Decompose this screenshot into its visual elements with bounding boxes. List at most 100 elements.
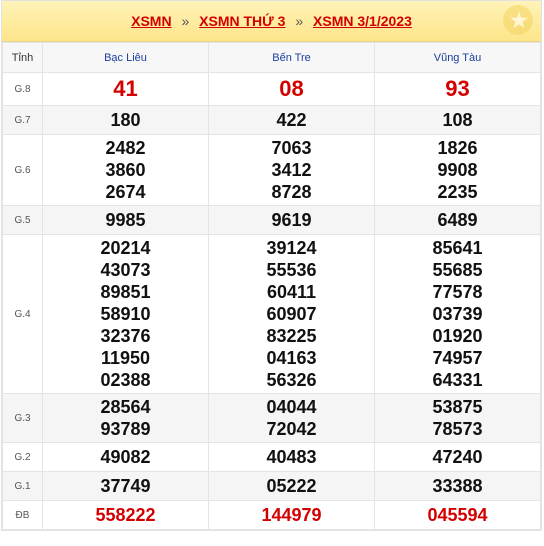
prize-number: 2235: [437, 182, 478, 202]
prize-label: G.3: [2, 393, 43, 443]
prize-cell: 53875 78573: [374, 393, 541, 443]
prize-label: G.7: [2, 105, 43, 135]
prize-cell: 39124 55536 60411 60907 83225 04163 56326: [208, 234, 375, 394]
prize-cell: 045594: [374, 500, 541, 530]
prize-cell: 04044 72042: [208, 393, 375, 443]
prize-number: 045594: [427, 505, 488, 525]
prize-cell: 08: [208, 72, 375, 106]
prize-number: 6489: [437, 210, 478, 230]
prize-number: 8728: [271, 182, 312, 202]
prize-cell: 85641 55685 77578 03739 01920 74957 64331: [374, 234, 541, 394]
prize-number: 28564: [100, 397, 151, 417]
table-row: G.2 49082 40483 47240: [2, 442, 541, 472]
prize-number: 83225: [266, 326, 317, 346]
prize-cell: 9619: [208, 205, 375, 235]
breadcrumb-xsmn-thu3-link[interactable]: XSMN THỨ 3: [199, 13, 285, 29]
prize-number: 49082: [100, 447, 151, 467]
prize-number: 37749: [100, 476, 151, 496]
prize-number: 72042: [266, 419, 317, 439]
prize-number: 11950: [100, 348, 151, 368]
prize-cell: 422: [208, 105, 375, 135]
prize-cell: 40483: [208, 442, 375, 472]
table-row: ĐB 558222 144979 045594: [2, 500, 541, 530]
prize-number: 422: [276, 110, 307, 130]
table-header-row: Tỉnh Bạc Liêu Bến Tre Vũng Tàu: [2, 42, 541, 73]
prize-number: 7063: [271, 138, 312, 158]
prize-number: 56326: [266, 370, 317, 390]
prize-number: 180: [110, 110, 141, 130]
prize-number: 60907: [266, 304, 317, 324]
prize-number: 2674: [105, 182, 146, 202]
prize-number: 3860: [105, 160, 146, 180]
prize-number: 04163: [266, 348, 317, 368]
prize-label: G.1: [2, 471, 43, 501]
prize-number: 9908: [437, 160, 478, 180]
prize-number: 55536: [266, 260, 317, 280]
prize-cell: 180: [42, 105, 209, 135]
prize-cell: 108: [374, 105, 541, 135]
column-header-vung-tau: Vũng Tàu: [374, 42, 541, 73]
prize-label: G.6: [2, 134, 43, 206]
breadcrumb-separator: »: [295, 13, 304, 29]
table-row: G.1 37749 05222 33388: [2, 471, 541, 501]
prize-label: G.4: [2, 234, 43, 394]
breadcrumb-date-link[interactable]: XSMN 3/1/2023: [313, 13, 412, 29]
prize-number: 04044: [266, 397, 317, 417]
prize-number: 2482: [105, 138, 146, 158]
prize-number: 108: [442, 110, 473, 130]
prize-number: 9619: [271, 210, 312, 230]
prize-cell: 41: [42, 72, 209, 106]
prize-cell: 28564 93789: [42, 393, 209, 443]
prize-number: 43073: [100, 260, 151, 280]
prize-cell: 7063 3412 8728: [208, 134, 375, 206]
results-panel: XSMN » XSMN THỨ 3 » XSMN 3/1/2023 ★ Tỉnh…: [1, 0, 542, 531]
star-logo-icon: ★: [503, 5, 533, 35]
table-row: G.7 180 422 108: [2, 105, 541, 135]
column-header-ben-tre: Bến Tre: [208, 42, 375, 73]
prize-number: 58910: [100, 304, 151, 324]
prize-number: 3412: [271, 160, 312, 180]
prize-number: 39124: [266, 238, 317, 258]
prize-number: 1826: [437, 138, 478, 158]
table-row: G.8 41 08 93: [2, 72, 541, 106]
prize-number: 03739: [432, 304, 483, 324]
prize-cell: 20214 43073 89851 58910 32376 11950 02388: [42, 234, 209, 394]
table-row: G.6 2482 3860 2674 7063 3412 8728 1826 9908 2235: [2, 134, 541, 206]
prize-number: 20214: [100, 238, 151, 258]
breadcrumb-xsmn-link[interactable]: XSMN: [131, 13, 171, 29]
prize-number: 85641: [432, 238, 483, 258]
prize-number: 53875: [432, 397, 483, 417]
prize-cell: 144979: [208, 500, 375, 530]
prize-number: 05222: [266, 476, 317, 496]
prize-number: 01920: [432, 326, 483, 346]
prize-label: G.8: [2, 72, 43, 106]
breadcrumb-separator: »: [181, 13, 190, 29]
prize-number: 558222: [95, 505, 156, 525]
prize-number: 9985: [105, 210, 146, 230]
prize-cell: 2482 3860 2674: [42, 134, 209, 206]
prize-cell: 05222: [208, 471, 375, 501]
prize-cell: 49082: [42, 442, 209, 472]
column-header-province: Tỉnh: [2, 42, 43, 73]
prize-number: 64331: [432, 370, 483, 390]
prize-number: 93789: [100, 419, 151, 439]
prize-cell: 93: [374, 72, 541, 106]
results-table: Tỉnh Bạc Liêu Bến Tre Vũng Tàu G.8 41 08 93…: [2, 42, 541, 530]
results-body: G.8 41 08 93 G.7 180 422 108 G.6 2482 3860 2674 7063…: [2, 72, 541, 530]
breadcrumb: XSMN » XSMN THỨ 3 » XSMN 3/1/2023 ★: [2, 1, 541, 42]
prize-number: 89851: [100, 282, 151, 302]
prize-number: 02388: [100, 370, 151, 390]
prize-number: 77578: [432, 282, 483, 302]
prize-number: 78573: [432, 419, 483, 439]
prize-number: 40483: [266, 447, 317, 467]
prize-cell: 37749: [42, 471, 209, 501]
prize-number: 93: [445, 76, 470, 101]
prize-number: 74957: [432, 348, 483, 368]
prize-number: 32376: [100, 326, 151, 346]
prize-cell: 6489: [374, 205, 541, 235]
prize-number: 08: [279, 76, 304, 101]
prize-number: 33388: [432, 476, 483, 496]
table-row: G.3 28564 93789 04044 72042 53875 78573: [2, 393, 541, 443]
prize-cell: 33388: [374, 471, 541, 501]
prize-number: 60411: [266, 282, 317, 302]
